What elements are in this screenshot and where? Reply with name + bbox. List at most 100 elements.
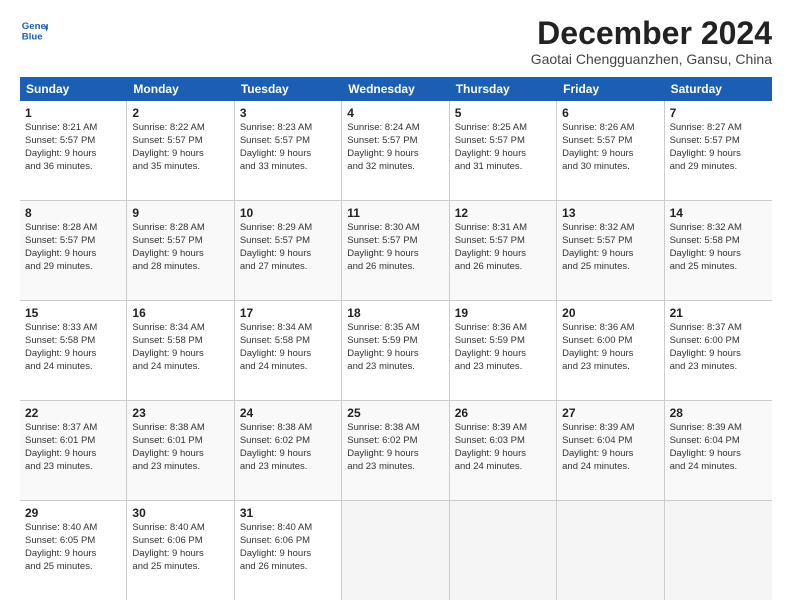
day-number: 16 xyxy=(132,305,228,321)
day-info-line: Daylight: 9 hours xyxy=(25,148,121,161)
day-info-line: Sunset: 6:00 PM xyxy=(562,335,658,348)
day-info-line: Sunrise: 8:38 AM xyxy=(240,422,336,435)
day-number: 17 xyxy=(240,305,336,321)
day-info-line: Sunset: 6:06 PM xyxy=(240,535,336,548)
calendar-body: 1Sunrise: 8:21 AMSunset: 5:57 PMDaylight… xyxy=(20,101,772,600)
day-header-friday: Friday xyxy=(557,77,664,101)
day-info-line: and 25 minutes. xyxy=(132,561,228,574)
day-info-line: Sunrise: 8:26 AM xyxy=(562,122,658,135)
day-info-line: and 23 minutes. xyxy=(347,361,443,374)
day-info-line: Sunrise: 8:39 AM xyxy=(562,422,658,435)
day-info-line: Sunset: 5:57 PM xyxy=(132,135,228,148)
day-info-line: Sunset: 5:59 PM xyxy=(455,335,551,348)
day-header-sunday: Sunday xyxy=(20,77,127,101)
day-info-line: Sunrise: 8:33 AM xyxy=(25,322,121,335)
day-number: 20 xyxy=(562,305,658,321)
day-info-line: and 23 minutes. xyxy=(347,461,443,474)
day-info-line: and 24 minutes. xyxy=(670,461,767,474)
day-info-line: Sunset: 6:00 PM xyxy=(670,335,767,348)
day-cell-9: 9Sunrise: 8:28 AMSunset: 5:57 PMDaylight… xyxy=(127,201,234,300)
day-number: 8 xyxy=(25,205,121,221)
day-info-line: and 29 minutes. xyxy=(670,161,767,174)
day-info-line: Daylight: 9 hours xyxy=(562,148,658,161)
day-info-line: Sunset: 6:01 PM xyxy=(25,435,121,448)
day-cell-1: 1Sunrise: 8:21 AMSunset: 5:57 PMDaylight… xyxy=(20,101,127,200)
day-info-line: Sunset: 6:03 PM xyxy=(455,435,551,448)
day-number: 28 xyxy=(670,405,767,421)
svg-text:Blue: Blue xyxy=(22,32,43,43)
day-info-line: Sunset: 5:57 PM xyxy=(347,235,443,248)
day-info-line: Sunrise: 8:35 AM xyxy=(347,322,443,335)
day-info-line: Daylight: 9 hours xyxy=(240,548,336,561)
day-info-line: Daylight: 9 hours xyxy=(25,248,121,261)
calendar-week-1: 1Sunrise: 8:21 AMSunset: 5:57 PMDaylight… xyxy=(20,101,772,201)
day-cell-23: 23Sunrise: 8:38 AMSunset: 6:01 PMDayligh… xyxy=(127,401,234,500)
day-cell-31: 31Sunrise: 8:40 AMSunset: 6:06 PMDayligh… xyxy=(235,501,342,600)
location-subtitle: Gaotai Chengguanzhen, Gansu, China xyxy=(531,51,772,67)
day-info-line: Daylight: 9 hours xyxy=(132,548,228,561)
day-number: 9 xyxy=(132,205,228,221)
day-cell-29: 29Sunrise: 8:40 AMSunset: 6:05 PMDayligh… xyxy=(20,501,127,600)
calendar: SundayMondayTuesdayWednesdayThursdayFrid… xyxy=(20,77,772,600)
day-info-line: Sunset: 6:05 PM xyxy=(25,535,121,548)
day-info-line: Daylight: 9 hours xyxy=(670,248,767,261)
day-number: 25 xyxy=(347,405,443,421)
day-number: 15 xyxy=(25,305,121,321)
day-info-line: and 23 minutes. xyxy=(562,361,658,374)
day-info-line: Sunset: 5:58 PM xyxy=(240,335,336,348)
day-info-line: Sunset: 6:04 PM xyxy=(562,435,658,448)
day-info-line: Sunset: 5:57 PM xyxy=(240,135,336,148)
day-header-thursday: Thursday xyxy=(450,77,557,101)
day-number: 29 xyxy=(25,505,121,521)
day-info-line: and 29 minutes. xyxy=(25,261,121,274)
day-info-line: Daylight: 9 hours xyxy=(240,448,336,461)
day-header-tuesday: Tuesday xyxy=(235,77,342,101)
day-cell-8: 8Sunrise: 8:28 AMSunset: 5:57 PMDaylight… xyxy=(20,201,127,300)
day-number: 14 xyxy=(670,205,767,221)
day-info-line: Sunrise: 8:40 AM xyxy=(132,522,228,535)
day-cell-5: 5Sunrise: 8:25 AMSunset: 5:57 PMDaylight… xyxy=(450,101,557,200)
calendar-week-5: 29Sunrise: 8:40 AMSunset: 6:05 PMDayligh… xyxy=(20,501,772,600)
day-info-line: and 23 minutes. xyxy=(455,361,551,374)
logo: General Blue xyxy=(20,16,48,44)
day-info-line: and 36 minutes. xyxy=(25,161,121,174)
day-info-line: and 31 minutes. xyxy=(455,161,551,174)
day-number: 27 xyxy=(562,405,658,421)
day-info-line: Sunset: 5:57 PM xyxy=(25,135,121,148)
empty-cell xyxy=(665,501,772,600)
day-info-line: Daylight: 9 hours xyxy=(455,348,551,361)
day-info-line: and 28 minutes. xyxy=(132,261,228,274)
day-info-line: Daylight: 9 hours xyxy=(240,248,336,261)
day-info-line: Sunset: 5:58 PM xyxy=(670,235,767,248)
day-info-line: and 33 minutes. xyxy=(240,161,336,174)
day-info-line: Daylight: 9 hours xyxy=(455,448,551,461)
day-info-line: Daylight: 9 hours xyxy=(347,348,443,361)
logo-icon: General Blue xyxy=(20,16,48,44)
day-info-line: Sunrise: 8:22 AM xyxy=(132,122,228,135)
day-cell-19: 19Sunrise: 8:36 AMSunset: 5:59 PMDayligh… xyxy=(450,301,557,400)
day-info-line: Daylight: 9 hours xyxy=(347,448,443,461)
day-number: 19 xyxy=(455,305,551,321)
day-info-line: and 30 minutes. xyxy=(562,161,658,174)
day-info-line: Sunset: 6:06 PM xyxy=(132,535,228,548)
day-info-line: Sunset: 6:02 PM xyxy=(240,435,336,448)
day-info-line: Sunrise: 8:38 AM xyxy=(347,422,443,435)
day-cell-12: 12Sunrise: 8:31 AMSunset: 5:57 PMDayligh… xyxy=(450,201,557,300)
day-info-line: Sunset: 5:57 PM xyxy=(347,135,443,148)
empty-cell xyxy=(342,501,449,600)
day-number: 7 xyxy=(670,105,767,121)
day-cell-15: 15Sunrise: 8:33 AMSunset: 5:58 PMDayligh… xyxy=(20,301,127,400)
day-cell-11: 11Sunrise: 8:30 AMSunset: 5:57 PMDayligh… xyxy=(342,201,449,300)
day-number: 24 xyxy=(240,405,336,421)
day-cell-7: 7Sunrise: 8:27 AMSunset: 5:57 PMDaylight… xyxy=(665,101,772,200)
day-cell-4: 4Sunrise: 8:24 AMSunset: 5:57 PMDaylight… xyxy=(342,101,449,200)
day-info-line: and 26 minutes. xyxy=(455,261,551,274)
day-info-line: Sunrise: 8:39 AM xyxy=(455,422,551,435)
day-info-line: Sunrise: 8:36 AM xyxy=(562,322,658,335)
day-info-line: Daylight: 9 hours xyxy=(455,148,551,161)
day-number: 13 xyxy=(562,205,658,221)
day-info-line: Sunrise: 8:40 AM xyxy=(25,522,121,535)
day-info-line: Daylight: 9 hours xyxy=(670,448,767,461)
day-info-line: Sunrise: 8:28 AM xyxy=(132,222,228,235)
day-info-line: Sunset: 5:57 PM xyxy=(455,235,551,248)
